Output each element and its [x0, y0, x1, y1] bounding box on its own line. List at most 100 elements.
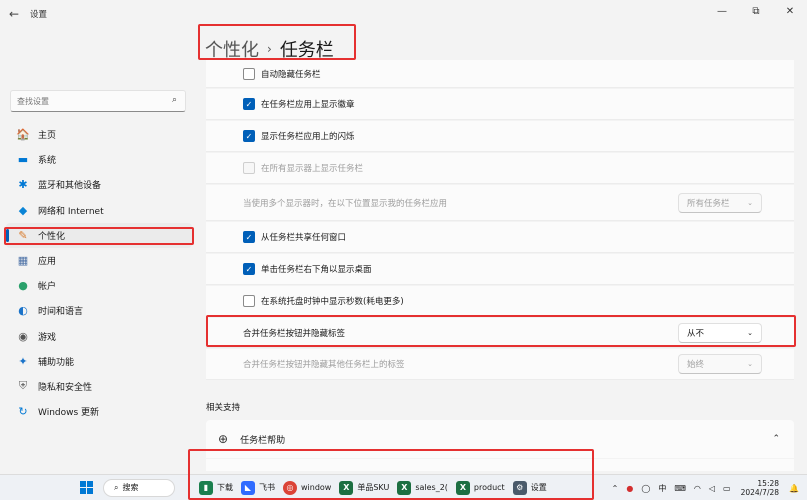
help-content: [206, 459, 794, 471]
monitor-icon: ▬: [17, 153, 29, 167]
globe-clock-icon: ◐: [18, 304, 28, 318]
chevron-right-icon: ›: [267, 42, 272, 56]
sidebar-item-label: Windows 更新: [38, 408, 100, 419]
sidebar-item-network[interactable]: ◆ 网络和 Internet: [6, 198, 192, 223]
breadcrumb-parent[interactable]: 个性化: [205, 36, 259, 62]
combine-buttons-dropdown[interactable]: 从不 ⌄: [678, 322, 762, 343]
search-input[interactable]: [17, 96, 157, 106]
related-support-title: 相关支持: [206, 403, 241, 413]
taskbar-app-excel-sales[interactable]: Xsales_2(: [393, 475, 452, 500]
page-title: 任务栏: [279, 40, 334, 61]
battery-icon[interactable]: ▭: [723, 484, 731, 493]
dropdown-value: 始终: [687, 360, 705, 370]
breadcrumb: 个性化 › 任务栏: [205, 36, 334, 62]
shield-icon: ⛨: [18, 379, 28, 393]
taskbar-search[interactable]: ⌕ 搜索: [103, 478, 175, 497]
dropdown-value: 从不: [687, 328, 705, 339]
setting-label: 在系统托盘时钟中显示秒数(耗电更多): [261, 297, 404, 307]
checkmark-icon[interactable]: ✓: [243, 231, 255, 243]
setting-show-seconds[interactable]: 在系统托盘时钟中显示秒数(耗电更多): [206, 286, 794, 317]
sidebar-item-label: 帐户: [38, 282, 57, 293]
app-tray-icon[interactable]: ◯: [641, 484, 650, 493]
setting-label: 自动隐藏任务栏: [261, 69, 321, 80]
app-title: 设置: [30, 10, 48, 20]
setting-label: 当使用多个显示器时，在以下位置显示我的任务栏应用: [243, 198, 448, 209]
setting-show-badges[interactable]: ✓ 在任务栏应用上显示徽章: [206, 89, 794, 120]
clock-time: 15:28: [757, 479, 780, 488]
multi-display-dropdown: 所有任务栏 ⌄: [678, 192, 762, 213]
sidebar-item-accessibility[interactable]: ✦ 辅助功能: [6, 349, 192, 374]
taskbar-app-feishu[interactable]: ◣ 飞书: [237, 475, 279, 500]
setting-share-window[interactable]: ✓ 从任务栏共享任何窗口: [206, 222, 794, 253]
close-icon[interactable]: ✕: [773, 0, 807, 22]
taskbar-app-settings[interactable]: ⚙ 设置: [509, 475, 551, 500]
sidebar-item-label: 隐私和安全性: [38, 382, 93, 393]
tray-clock[interactable]: 15:28 2024/7/28: [741, 479, 779, 497]
wifi-icon: ◆: [18, 203, 28, 217]
minimize-icon[interactable]: —: [705, 0, 739, 22]
maximize-icon[interactable]: ⧉: [739, 0, 773, 22]
sidebar-item-label: 应用: [38, 257, 57, 268]
search-icon[interactable]: ⌕: [172, 95, 177, 105]
windows-logo-icon: [80, 481, 93, 494]
setting-label: 从任务栏共享任何窗口: [261, 233, 347, 243]
sidebar-item-apps[interactable]: ▦ 应用: [6, 248, 192, 273]
checkmark-icon[interactable]: ✓: [243, 130, 255, 142]
apps-icon: ▦: [17, 254, 29, 268]
title-bar: ← 设置 — ⧉ ✕: [0, 0, 807, 28]
help-label: 任务栏帮助: [240, 435, 286, 446]
clock-date: 2024/7/28: [740, 488, 780, 497]
setting-label: 显示任务栏应用上的闪烁: [261, 132, 355, 142]
checkmark-icon[interactable]: ✓: [243, 263, 255, 275]
keyboard-icon[interactable]: ⌨: [674, 484, 686, 493]
back-arrow-icon[interactable]: ←: [0, 7, 28, 21]
taskbar-app-label: 设置: [530, 483, 547, 492]
taskbar-app-excel-sku[interactable]: X 单品SKU: [335, 475, 393, 500]
auto-hide-checkbox[interactable]: [243, 67, 255, 80]
show-seconds-checkbox[interactable]: [243, 295, 255, 307]
volume-icon[interactable]: ◁: [709, 484, 715, 493]
bell-icon[interactable]: 🔔: [789, 484, 799, 493]
setting-combine-buttons: 合并任务栏按钮并隐藏标签 从不 ⌄: [206, 318, 794, 348]
setting-corner-desktop[interactable]: ✓ 单击任务栏右下角以显示桌面: [206, 254, 794, 285]
sidebar-item-label: 游戏: [38, 332, 57, 343]
taskbar-app-downloads[interactable]: ▮ 下载: [195, 475, 237, 500]
sidebar-item-bluetooth[interactable]: ✱ 蓝牙和其他设备: [6, 172, 192, 197]
gamepad-icon: ◉: [18, 329, 28, 343]
checkmark-icon[interactable]: ✓: [243, 98, 255, 110]
chevron-up-icon[interactable]: ⌃: [612, 484, 619, 493]
sidebar-item-gaming[interactable]: ◉ 游戏: [6, 324, 192, 349]
bluetooth-icon: ✱: [18, 178, 28, 192]
setting-label: 合并任务栏按钮并隐藏其他任务栏上的标签: [243, 360, 405, 370]
start-button[interactable]: [76, 475, 97, 500]
taskbar-app-chrome[interactable]: ◎ window: [279, 475, 335, 500]
taskbar-app-excel-product[interactable]: Xproduct: [452, 475, 509, 500]
sidebar-item-home[interactable]: 🏠 主页: [6, 122, 192, 147]
sidebar-item-label: 蓝牙和其他设备: [38, 181, 102, 192]
chevron-down-icon: ⌄: [747, 328, 753, 337]
windows-taskbar: ⌕ 搜索 ▮ 下载 ◣ 飞书 ◎ window X 单品SKU Xsales_2( Xp…: [0, 474, 807, 500]
sidebar-item-privacy[interactable]: ⛨ 隐私和安全性: [6, 374, 192, 399]
sidebar-item-personalization[interactable]: ✎ 个性化: [6, 222, 192, 248]
sidebar-item-system[interactable]: ▬ 系统: [6, 147, 192, 172]
chevron-down-icon: ⌄: [747, 360, 753, 368]
excel-icon: X: [397, 480, 412, 495]
antivirus-icon[interactable]: ●: [626, 484, 633, 493]
globe-icon: ⊕: [218, 432, 229, 446]
sidebar-item-time-language[interactable]: ◐ 时间和语言: [6, 298, 192, 323]
wifi-icon[interactable]: ◠: [694, 484, 701, 493]
setting-show-flashing[interactable]: ✓ 显示任务栏应用上的闪烁: [206, 121, 794, 152]
search-icon: ⌕: [114, 482, 119, 492]
folder-icon: ▮: [199, 480, 213, 495]
sidebar-item-windows-update[interactable]: ↻ Windows 更新: [6, 399, 192, 424]
chevron-up-icon[interactable]: ⌃: [772, 434, 780, 444]
system-tray: ⌃ ● ◯ 中 ⌨ ◠ ◁ ▭ 15:28 2024/7/28 🔔: [608, 475, 803, 500]
ime-indicator[interactable]: 中: [658, 483, 666, 494]
window-controls: — ⧉ ✕: [705, 0, 807, 22]
update-icon: ↻: [18, 405, 28, 419]
taskbar-help-expander[interactable]: ⊕ 任务栏帮助 ⌃: [206, 420, 794, 458]
setting-combine-other: 合并任务栏按钮并隐藏其他任务栏上的标签 始终 ⌄: [206, 349, 794, 380]
sidebar-item-label: 时间和语言: [38, 307, 84, 318]
sidebar-item-accounts[interactable]: ● 帐户: [6, 273, 192, 298]
setting-auto-hide[interactable]: 自动隐藏任务栏: [206, 60, 794, 88]
